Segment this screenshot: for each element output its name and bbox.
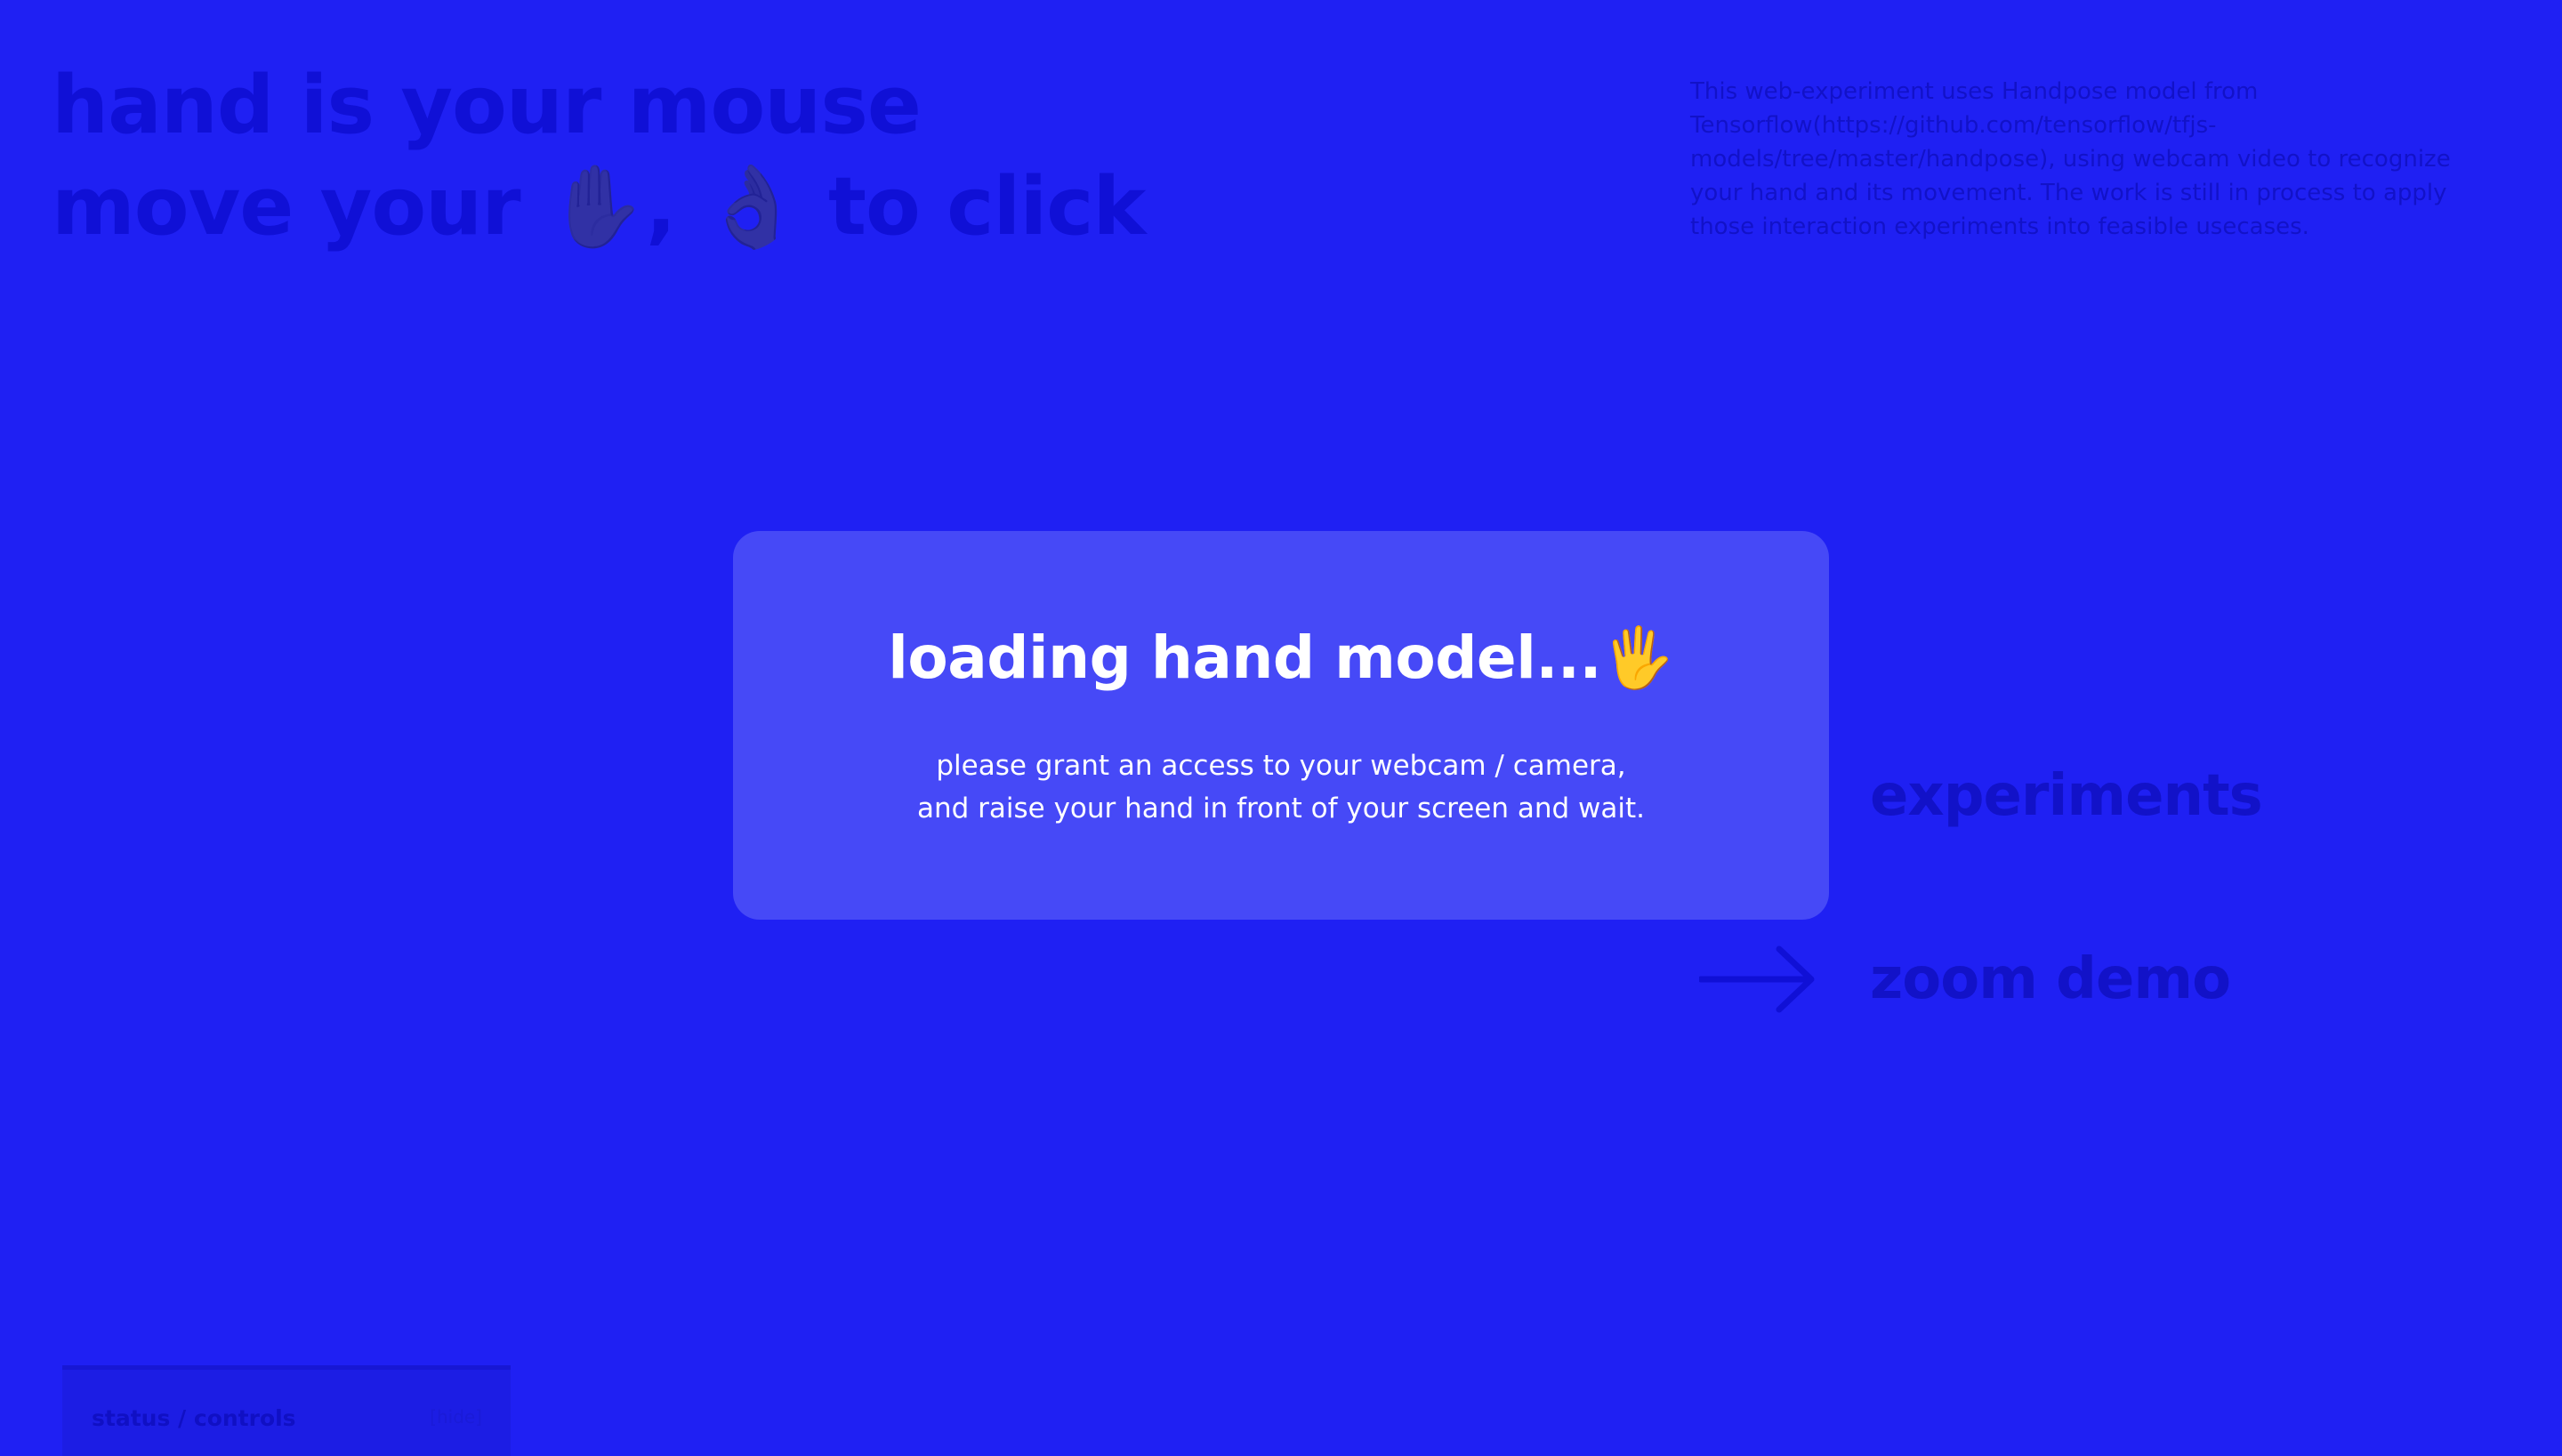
loading-modal: loading hand model...🖐 please grant an a… xyxy=(733,531,1829,920)
title-line-2-suffix: to click xyxy=(801,160,1146,253)
instruction-line-1: please grant an access to your webcam / … xyxy=(936,750,1626,782)
loading-instructions: please grant an access to your webcam / … xyxy=(733,744,1829,830)
waving-hand-icon: 🖐 xyxy=(1601,623,1674,692)
title-separator: , xyxy=(646,160,703,253)
page: hand is your mouse move your ✋, 👌 to cli… xyxy=(0,0,2562,1456)
nav-label-experiments: experiments xyxy=(1870,763,2263,829)
arrow-right-icon xyxy=(1699,945,1815,1013)
status-panel: status / controls [hide] xyxy=(62,1365,511,1456)
description: This web-experiment uses Handpose model … xyxy=(1690,78,2451,240)
instruction-line-2: and raise your hand in front of your scr… xyxy=(916,792,1646,825)
status-title: status / controls xyxy=(92,1405,296,1431)
raised-hand-icon: ✋ xyxy=(546,160,647,253)
title-line-2-prefix: move your xyxy=(52,160,547,253)
loading-title-text: loading hand model... xyxy=(888,623,1602,692)
title-line-1: hand is your mouse xyxy=(52,59,922,152)
ok-hand-icon: 👌 xyxy=(702,160,802,253)
nav-label-zoom-demo: zoom demo xyxy=(1870,946,2231,1012)
status-toggle-button[interactable]: [hide] xyxy=(430,1406,482,1428)
loading-title: loading hand model...🖐 xyxy=(733,623,1829,693)
nav-link-zoom-demo[interactable]: zoom demo xyxy=(1699,939,2262,1019)
title-line-2: move your ✋, 👌 to click xyxy=(52,157,1146,258)
page-title: hand is your mouse move your ✋, 👌 to cli… xyxy=(52,55,1146,258)
